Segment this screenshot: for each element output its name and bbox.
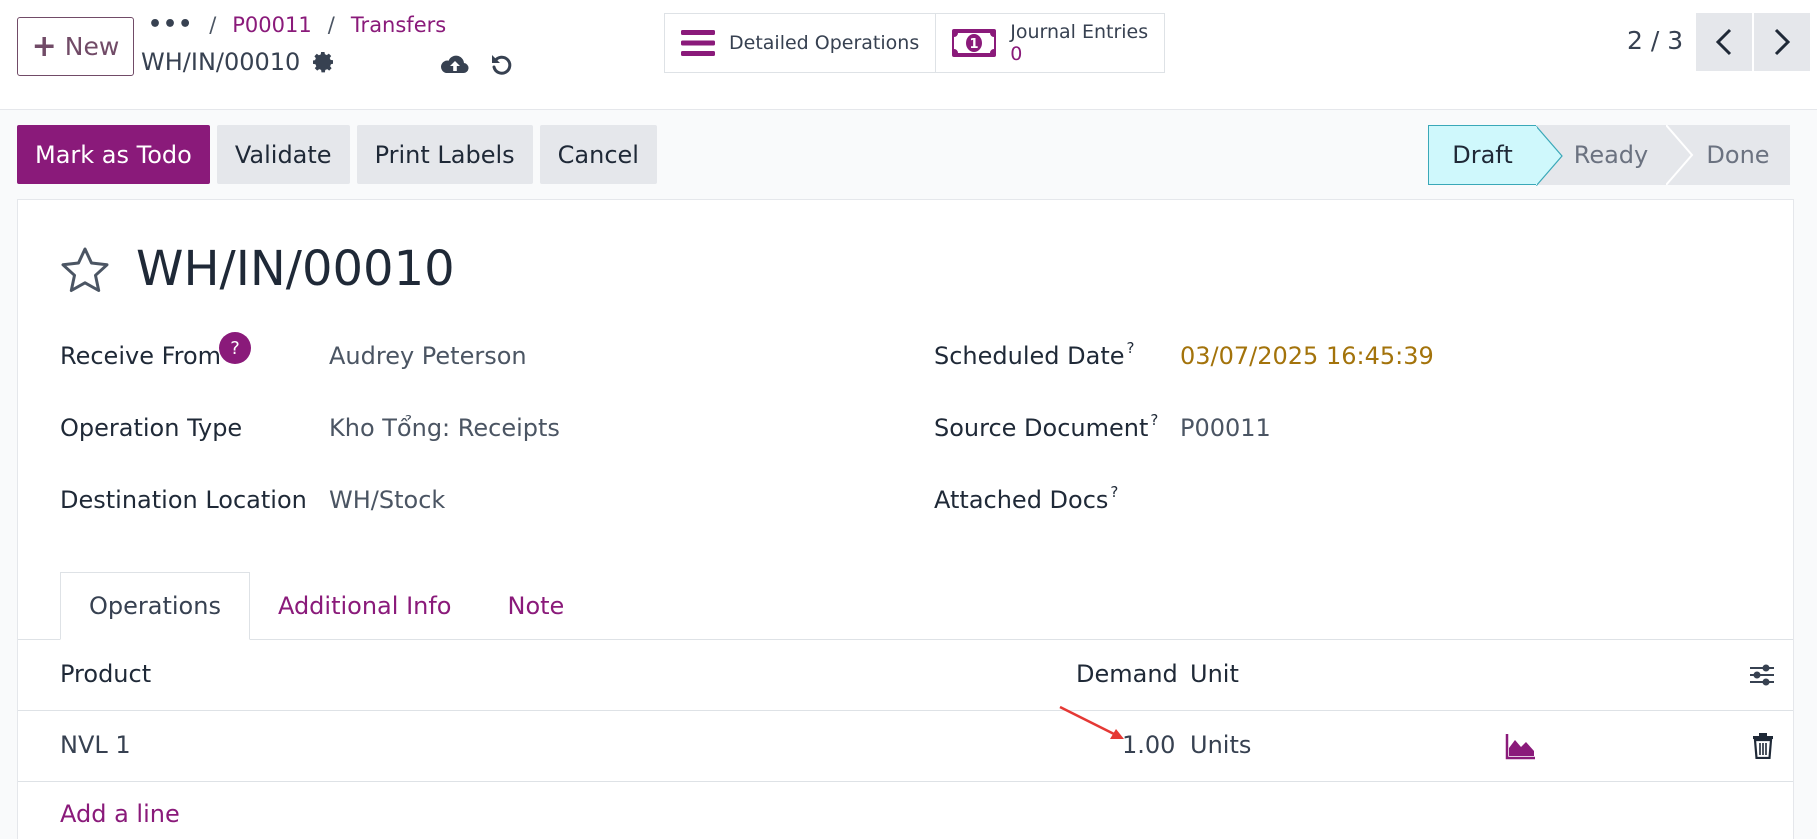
row-unit[interactable]: Units	[1190, 731, 1251, 759]
stage-draft[interactable]: Draft	[1428, 125, 1563, 186]
breadcrumb-item-transfers[interactable]: Transfers	[351, 13, 446, 37]
receive-from-field[interactable]: Audrey Peterson	[329, 342, 527, 370]
discard-icon[interactable]	[487, 50, 517, 80]
add-a-line-button[interactable]: Add a line	[60, 800, 180, 828]
breadcrumb: ••• / P00011 / Transfers	[148, 12, 447, 37]
control-panel: + New ••• / P00011 / Transfers WH/IN/000…	[0, 0, 1817, 110]
annotation-arrow	[1059, 705, 1124, 739]
destination-location-label: Destination Location	[60, 486, 307, 514]
help-tooltip-icon[interactable]: ?	[1150, 411, 1158, 429]
attached-docs-label: Attached Docs?	[934, 483, 1119, 514]
print-labels-button[interactable]: Print Labels	[356, 125, 533, 184]
source-document-label: Source Document?	[934, 411, 1159, 442]
operation-type-label: Operation Type	[60, 414, 243, 442]
record-title: WH/IN/00010	[136, 241, 455, 297]
column-unit[interactable]: Unit	[1190, 660, 1239, 688]
status-stages: Draft Ready Done	[1428, 125, 1790, 186]
svg-text:1: 1	[970, 37, 979, 52]
mark-as-todo-button[interactable]: Mark as Todo	[17, 125, 210, 184]
money-icon: 1	[952, 29, 997, 57]
journal-entries-label: Journal Entries	[1010, 21, 1149, 43]
chevron-right-icon	[1774, 28, 1791, 56]
table-row[interactable]: NVL 1 1.00 Units	[18, 712, 1793, 782]
list-icon	[681, 30, 715, 56]
plus-icon: +	[31, 28, 57, 64]
column-product[interactable]: Product	[60, 660, 151, 688]
help-tooltip-icon[interactable]: ?	[1127, 339, 1135, 357]
breadcrumb-item-source[interactable]: P00011	[232, 13, 311, 37]
detailed-operations-button[interactable]: Detailed Operations	[665, 14, 936, 72]
cloud-upload-icon[interactable]	[440, 50, 470, 80]
stage-done-label: Done	[1706, 141, 1770, 169]
trash-icon[interactable]	[1753, 733, 1773, 759]
stage-draft-label: Draft	[1452, 141, 1513, 169]
help-tooltip-icon[interactable]: ?	[219, 332, 251, 364]
table-header: Product Demand Unit	[18, 640, 1793, 711]
pager-next-button[interactable]	[1754, 13, 1810, 71]
chevron-left-icon	[1715, 28, 1732, 56]
tab-operations[interactable]: Operations	[60, 572, 250, 640]
receive-from-label: Receive From	[60, 342, 222, 370]
tab-note[interactable]: Note	[479, 572, 592, 640]
column-demand[interactable]: Demand	[1076, 660, 1178, 688]
tab-additional-info[interactable]: Additional Info	[250, 572, 480, 640]
pager-previous-button[interactable]	[1696, 13, 1752, 71]
smart-buttons: Detailed Operations 1 Journal Entries 0	[664, 13, 1166, 73]
optional-columns-icon[interactable]	[1748, 661, 1776, 689]
new-button[interactable]: + New	[17, 17, 134, 76]
scheduled-date-field[interactable]: 03/07/2025 16:45:39	[1180, 342, 1434, 370]
validate-button[interactable]: Validate	[216, 125, 350, 184]
gear-icon[interactable]	[312, 50, 336, 74]
forecast-chart-icon[interactable]	[1505, 732, 1537, 760]
source-document-field[interactable]: P00011	[1180, 414, 1271, 442]
help-tooltip-icon[interactable]: ?	[1110, 483, 1118, 501]
form-sheet: WH/IN/00010 Receive From ? Audrey Peters…	[17, 199, 1794, 839]
detailed-operations-label: Detailed Operations	[729, 32, 920, 54]
scheduled-date-label: Scheduled Date?	[934, 339, 1135, 370]
star-icon[interactable]	[60, 246, 110, 294]
row-demand[interactable]: 1.00	[1122, 731, 1175, 759]
cancel-button[interactable]: Cancel	[539, 125, 657, 184]
destination-location-field[interactable]: WH/Stock	[329, 486, 445, 514]
stage-ready-label: Ready	[1573, 141, 1649, 169]
pager-value[interactable]: 2 / 3	[1627, 26, 1683, 55]
more-breadcrumbs-icon[interactable]: •••	[148, 12, 193, 37]
new-button-label: New	[64, 32, 120, 61]
row-product[interactable]: NVL 1	[60, 731, 131, 759]
statusbar-buttons: Mark as Todo Validate Print Labels Cance…	[17, 125, 657, 184]
operation-type-field[interactable]: Kho Tổng: Receipts	[329, 414, 560, 442]
journal-entries-button[interactable]: 1 Journal Entries 0	[935, 14, 1165, 72]
journal-entries-count: 0	[1010, 43, 1023, 65]
current-record-name: WH/IN/00010	[141, 48, 301, 76]
current-record: WH/IN/00010	[141, 48, 336, 76]
notebook-tabs: Operations Additional Info Note	[60, 572, 592, 640]
